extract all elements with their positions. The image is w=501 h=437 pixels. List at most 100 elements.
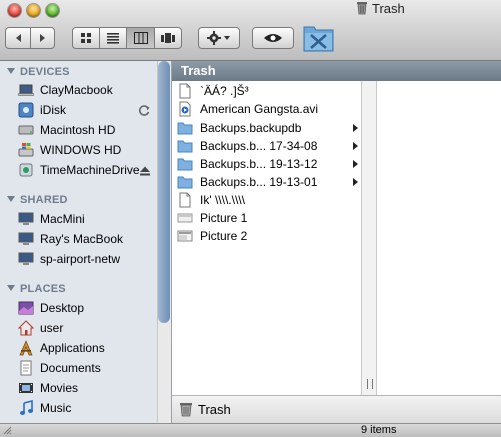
file-name: Backups.b... 19-13-12 <box>200 157 318 171</box>
list-view-button[interactable] <box>99 27 126 49</box>
column-header: Trash <box>172 61 501 81</box>
sidebar-item-macintosh-hd[interactable]: Macintosh HD <box>18 120 115 140</box>
sidebar-item-label: iDisk <box>40 103 66 117</box>
network-computer-icon <box>18 252 34 265</box>
column-resize-bar[interactable] <box>361 81 377 395</box>
folder-row[interactable]: Backups.b... 19-13-12 <box>177 155 358 173</box>
desktop-icon <box>18 301 34 315</box>
file-name: American Gangsta.avi <box>200 102 319 116</box>
sidebar-item-claymacbook[interactable]: ClayMacbook <box>18 80 113 100</box>
eject-icon[interactable] <box>139 166 151 176</box>
folder-icon <box>177 122 193 135</box>
file-row[interactable]: Picture 1 <box>177 209 247 227</box>
quick-look-button[interactable] <box>252 27 294 49</box>
folder-row[interactable]: Backups.backupdb <box>177 119 358 137</box>
movies-icon <box>19 383 33 393</box>
folder-row[interactable]: Backups.b... 17-34-08 <box>177 137 358 155</box>
sidebar-item-movies[interactable]: Movies <box>18 378 78 398</box>
disclosure-arrow-icon <box>353 160 358 168</box>
cover-flow-button[interactable] <box>154 27 182 49</box>
sidebar-section-title: SHARED <box>20 194 68 206</box>
forward-arrow-icon <box>40 34 45 42</box>
sidebar-item-documents[interactable]: Documents <box>18 358 101 378</box>
file-name: Backups.b... 19-13-01 <box>200 175 318 189</box>
network-computer-icon <box>18 232 34 245</box>
status-bar: 9 items <box>0 423 501 437</box>
sidebar-item-idisk[interactable]: iDisk <box>18 100 66 120</box>
image-file-icon <box>177 230 193 242</box>
sidebar-item-windows-hd[interactable]: WINDOWS HD <box>18 140 121 160</box>
sidebar-item-macmini[interactable]: MacMini <box>18 209 85 229</box>
file-name: `ÄÁ? .]Š³ <box>200 84 249 98</box>
column-view-button[interactable] <box>126 27 154 49</box>
minimize-window-button[interactable] <box>27 4 40 17</box>
file-name: Picture 1 <box>200 211 248 225</box>
sidebar-item-label: Documents <box>40 361 101 375</box>
sidebar-item-desktop[interactable]: Desktop <box>18 298 84 318</box>
network-computer-icon <box>18 212 34 225</box>
column-resize-handle[interactable] <box>367 379 373 389</box>
sidebar-section-shared: SHARED <box>7 194 68 206</box>
sidebar-item-label: MacMini <box>40 212 85 226</box>
customize-toolbar-button[interactable] <box>302 24 335 53</box>
sidebar-section-title: DEVICES <box>20 66 70 78</box>
sidebar-scrollbar-thumb[interactable] <box>158 61 170 323</box>
sidebar-item-label: Applications <box>40 341 105 355</box>
sidebar-section-title: PLACES <box>20 283 66 295</box>
back-button[interactable] <box>5 27 30 49</box>
sidebar-item-label: sp-airport-netw <box>40 252 121 266</box>
tools-icon <box>303 26 334 52</box>
icon-view-button[interactable] <box>72 27 99 49</box>
sidebar-item-user[interactable]: user <box>18 318 63 338</box>
sidebar-item-timemachinedrive[interactable]: TimeMachineDrive <box>18 160 140 180</box>
file-row[interactable]: Picture 2 <box>177 227 247 245</box>
window-toolbar: Trash <box>0 0 501 61</box>
sidebar-item-label: WINDOWS HD <box>40 143 122 157</box>
gear-icon <box>207 31 230 45</box>
preview-column[interactable] <box>377 81 501 395</box>
file-row[interactable]: American Gangsta.avi <box>177 100 318 118</box>
folder-icon <box>177 158 193 171</box>
document-icon <box>179 83 191 99</box>
sidebar-item-music[interactable]: Music <box>18 398 71 418</box>
sidebar-item-sp-airport-netw[interactable]: sp-airport-netw <box>18 249 120 269</box>
action-menu-button[interactable] <box>198 27 240 49</box>
folder-icon <box>177 140 193 153</box>
disclosure-triangle-icon[interactable] <box>7 196 15 202</box>
external-disk-icon <box>19 163 33 177</box>
list-view-icon <box>107 33 119 44</box>
file-name: Backups.backupdb <box>200 121 302 135</box>
icon-view-icon <box>81 33 91 43</box>
file-row[interactable]: `ÄÁ? .]Š³ <box>177 82 249 100</box>
sidebar-item-applications[interactable]: Applications <box>18 338 105 358</box>
path-segment[interactable]: Trash <box>198 402 231 417</box>
disclosure-arrow-icon <box>353 142 358 150</box>
column-view-icon <box>133 32 148 44</box>
windows-disk-icon <box>18 143 34 157</box>
disclosure-triangle-icon[interactable] <box>7 285 15 291</box>
close-window-button[interactable] <box>8 4 21 17</box>
sidebar-item-label: Music <box>40 401 72 415</box>
item-count: 9 items <box>361 424 397 436</box>
trash-icon <box>357 2 367 15</box>
video-file-icon <box>179 101 191 117</box>
sidebar-item-label: Macintosh HD <box>40 123 116 137</box>
folder-row[interactable]: Backups.b... 19-13-01 <box>177 173 358 191</box>
home-icon <box>18 320 34 336</box>
file-name: Backups.b... 17-34-08 <box>200 139 318 153</box>
sync-icon[interactable] <box>137 103 151 117</box>
resize-grip-icon[interactable] <box>3 426 12 435</box>
music-icon <box>20 400 33 415</box>
zoom-window-button[interactable] <box>46 4 59 17</box>
forward-button[interactable] <box>30 27 55 49</box>
applications-icon <box>19 340 33 356</box>
idisk-icon <box>18 102 34 118</box>
disclosure-triangle-icon[interactable] <box>7 68 15 74</box>
sidebar-item-rays-macbook[interactable]: Ray's MacBook <box>18 229 123 249</box>
document-icon <box>179 192 191 208</box>
image-file-icon <box>177 213 193 223</box>
file-name: Picture 2 <box>200 229 248 243</box>
file-row[interactable]: Ik' \\\\.\\\\ <box>177 191 245 209</box>
sidebar-item-label: user <box>40 321 64 335</box>
folder-icon <box>177 176 193 189</box>
